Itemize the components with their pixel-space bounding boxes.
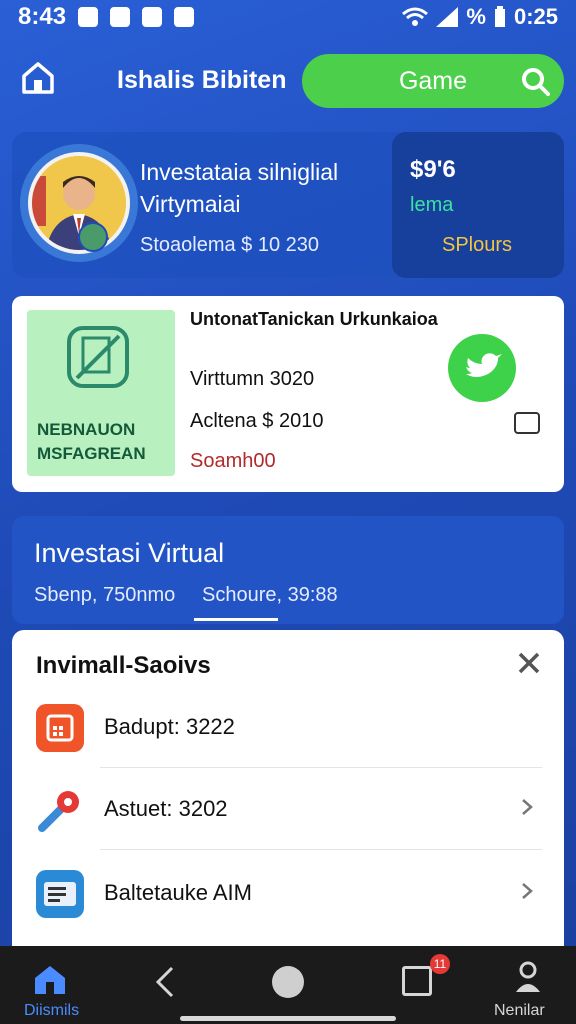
home-indicator [180, 1016, 396, 1021]
status-bar: 8:43 % 0:25 [0, 0, 576, 34]
info-card[interactable]: NEBNAUON MSFAGREAN UntonatTanickan Urkun… [12, 296, 564, 492]
bottom-sheet: Invimall-Saoivs Badupt: 3222 Astuet: 320… [12, 630, 564, 960]
notification-badge: 11 [430, 954, 450, 974]
nav-home-label[interactable]: Diismils [24, 1002, 79, 1020]
game-label: Game [398, 66, 468, 95]
sheet-title: Invimall-Saoivs [36, 652, 211, 679]
profile-subtitle: Stoaolema $ 10 230 [140, 234, 320, 256]
profile-icon[interactable] [512, 960, 544, 994]
tab-2[interactable]: Schoure, 39:88 [202, 584, 338, 607]
status-icon-3 [142, 7, 163, 27]
status-time: 8:43 [18, 3, 67, 30]
search-icon[interactable] [520, 66, 550, 96]
tab-indicator [194, 618, 278, 621]
divider [100, 849, 542, 850]
nav-profile-label[interactable]: Nenilar [494, 1002, 545, 1020]
list-item[interactable]: Baltetauke AIM [12, 852, 564, 934]
home-button[interactable] [18, 58, 58, 98]
close-icon[interactable] [516, 650, 542, 676]
chevron-right-icon [522, 883, 533, 899]
thumbnail-text: NEBNAUON MSFAGREAN [37, 420, 146, 463]
status-signal-text: % [466, 4, 486, 29]
list-item-label: Badupt: 3222 [104, 714, 235, 739]
square-icon[interactable] [514, 412, 540, 434]
status-icon-1 [78, 7, 99, 27]
signal-icon [436, 7, 459, 27]
info-link[interactable]: Soamh00 [190, 450, 276, 473]
battery-icon [494, 6, 505, 27]
investment-title: Investasi Virtual [34, 538, 225, 568]
status-battery-time: 0:25 [513, 4, 558, 29]
info-thumbnail: NEBNAUON MSFAGREAN [27, 310, 175, 476]
list-item-label: Astuet: 3202 [104, 796, 228, 821]
calculator-icon [36, 704, 84, 752]
verified-icon [78, 222, 108, 252]
bird-icon [466, 353, 502, 377]
investment-card: Investasi Virtual Sbenp, 750nmo Schoure,… [12, 516, 564, 624]
status-left: 8:43 [18, 3, 195, 31]
game-button[interactable]: Game [302, 54, 564, 108]
stat-value: $9'6 [410, 156, 456, 183]
status-icon-4 [174, 7, 195, 27]
nav-home-icon[interactable] [32, 962, 68, 998]
profile-title: Investataia silniglial Virtymaiai [140, 159, 339, 217]
info-line-2: Acltena $ 2010 [190, 410, 324, 432]
home-circle-icon[interactable] [272, 966, 304, 998]
stat-box[interactable]: $9'6 lema SPlours [392, 132, 564, 278]
list-item-label: Baltetauke AIM [104, 880, 252, 905]
app-title: Ishalis Bibiten [117, 66, 287, 94]
info-line-1: Virttumn 3020 [190, 368, 315, 390]
home-icon [22, 62, 54, 94]
info-title: UntonatTanickan Urkunkaioa [190, 309, 438, 329]
wifi-icon [402, 7, 429, 26]
stat-link[interactable]: SPlours [442, 234, 512, 257]
list-item[interactable]: Astuet: 3202 [12, 768, 564, 850]
bottom-nav: Diismils 11 Nenilar [0, 946, 576, 1024]
status-icon-2 [110, 7, 131, 27]
stat-label: lema [410, 194, 454, 216]
chevron-right-icon [522, 799, 533, 815]
card-icon [36, 870, 84, 918]
status-right: % 0:25 [402, 4, 558, 30]
recents-icon[interactable] [402, 966, 432, 996]
list-item[interactable]: Badupt: 3222 [12, 686, 564, 768]
profile-card[interactable]: Investataia silniglial Virtymaiai Stoaol… [12, 132, 564, 278]
share-button[interactable] [448, 334, 516, 402]
document-icon [67, 326, 129, 388]
tab-1[interactable]: Sbenp, 750nmo [34, 584, 175, 607]
microphone-icon [36, 786, 84, 834]
header: Ishalis Bibiten Game [0, 46, 576, 116]
back-icon[interactable] [150, 964, 180, 1000]
